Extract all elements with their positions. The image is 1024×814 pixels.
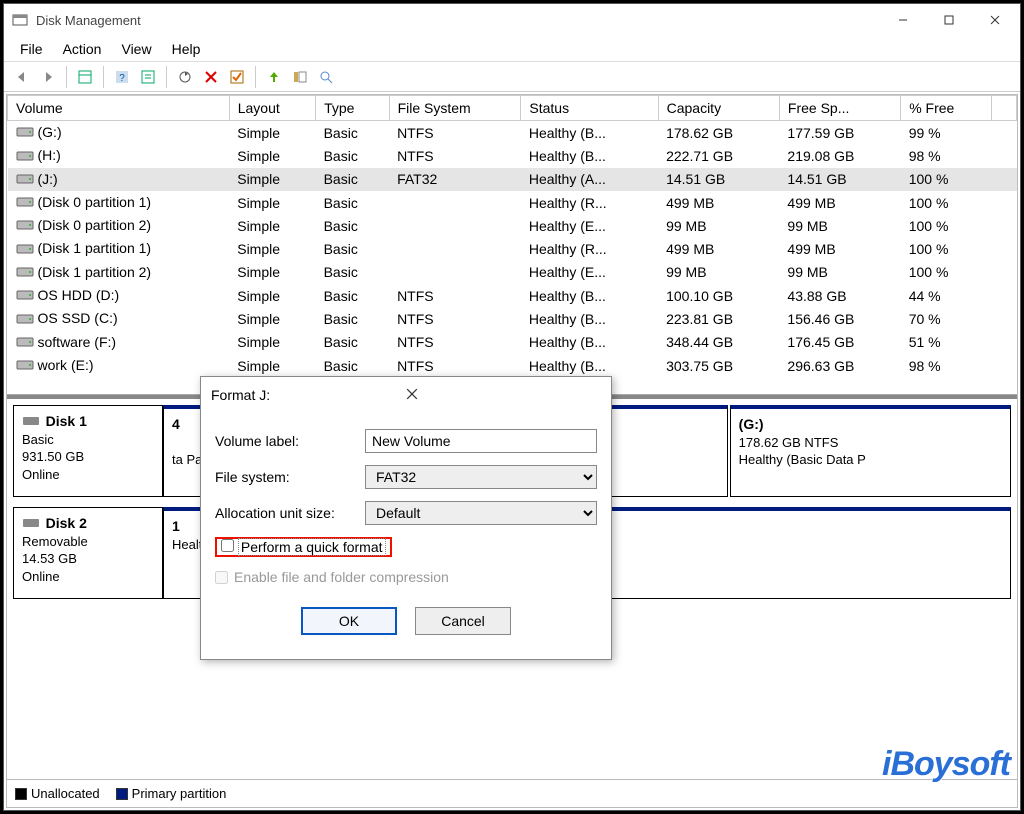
upload-icon[interactable] [262,65,286,89]
disk-2-status: Online [22,569,60,584]
checkbox-icon[interactable] [225,65,249,89]
forward-icon[interactable] [36,65,60,89]
disk-icon [22,414,40,428]
partition[interactable]: (G:)178.62 GB NTFSHealthy (Basic Data P [730,405,1011,497]
search-icon[interactable] [314,65,338,89]
volume-label-input[interactable] [365,429,597,453]
compression-label: Enable file and folder compression [234,569,449,585]
close-icon[interactable] [406,387,601,403]
disk-2-title: Disk 2 [46,515,87,531]
menu-file[interactable]: File [10,39,53,59]
compression-checkbox [215,571,228,584]
quick-format-label: Perform a quick format [238,538,386,556]
format-dialog: Format J: Volume label: File system: FAT… [200,376,612,660]
volume-list[interactable]: VolumeLayoutTypeFile SystemStatusCapacit… [7,95,1017,395]
drive-icon [16,172,34,188]
disk-2-label[interactable]: Disk 2 Removable 14.53 GB Online [13,507,163,599]
menu-view[interactable]: View [111,39,161,59]
column-header[interactable]: Layout [229,96,315,121]
drive-icon [16,242,34,258]
svg-text:?: ? [119,73,125,84]
titlebar: Disk Management [4,4,1020,36]
legend: Unallocated Primary partition [7,779,1017,807]
table-row[interactable]: OS HDD (D:)SimpleBasicNTFSHealthy (B...1… [8,284,1017,307]
dialog-titlebar: Format J: [201,377,611,413]
disk-1-label[interactable]: Disk 1 Basic 931.50 GB Online [13,405,163,497]
legend-unallocated: Unallocated [15,786,100,801]
close-button[interactable] [972,5,1018,35]
app-icon [12,12,28,28]
disk-1-title: Disk 1 [46,413,87,429]
volume-label-label: Volume label: [215,433,365,449]
back-icon[interactable] [10,65,34,89]
column-header[interactable]: Status [521,96,658,121]
drive-icon [16,125,34,141]
table-row[interactable]: (Disk 0 partition 1)SimpleBasicHealthy (… [8,191,1017,214]
column-header[interactable]: Free Sp... [779,96,900,121]
delete-icon[interactable] [199,65,223,89]
drive-icon [16,335,34,351]
table-row[interactable]: (G:)SimpleBasicNTFSHealthy (B...178.62 G… [8,121,1017,145]
disk-2-type: Removable [22,534,88,549]
menu-help[interactable]: Help [162,39,211,59]
table-row[interactable]: OS SSD (C:)SimpleBasicNTFSHealthy (B...2… [8,307,1017,330]
menubar: File Action View Help [4,36,1020,62]
table-row[interactable]: (H:)SimpleBasicNTFSHealthy (B...222.71 G… [8,144,1017,167]
console-icon[interactable] [73,65,97,89]
table-row[interactable]: (Disk 1 partition 2)SimpleBasicHealthy (… [8,261,1017,284]
disk-1-size: 931.50 GB [22,449,84,464]
column-header[interactable]: Type [316,96,389,121]
list-icon[interactable] [288,65,312,89]
drive-icon [16,195,34,211]
drive-icon [16,218,34,234]
maximize-button[interactable] [926,5,972,35]
drive-icon [16,265,34,281]
legend-primary: Primary partition [116,786,227,801]
dialog-title: Format J: [211,387,406,403]
table-row[interactable]: (Disk 0 partition 2)SimpleBasicHealthy (… [8,214,1017,237]
ok-button[interactable]: OK [301,607,397,635]
column-header[interactable]: File System [389,96,521,121]
drive-icon [16,288,34,304]
table-row[interactable]: (Disk 1 partition 1)SimpleBasicHealthy (… [8,237,1017,260]
column-header[interactable]: Volume [8,96,230,121]
properties-icon[interactable] [136,65,160,89]
window-title: Disk Management [36,13,880,28]
file-system-select[interactable]: FAT32 [365,465,597,489]
allocation-unit-select[interactable]: Default [365,501,597,525]
table-row[interactable]: (J:)SimpleBasicFAT32Healthy (A...14.51 G… [8,168,1017,191]
column-header[interactable]: Capacity [658,96,779,121]
drive-icon [16,149,34,165]
allocation-unit-label: Allocation unit size: [215,505,365,521]
disk-2-size: 14.53 GB [22,551,77,566]
disk-icon [22,516,40,530]
disk-1-type: Basic [22,432,54,447]
drive-icon [16,312,34,328]
toolbar: ? [4,62,1020,92]
table-row[interactable]: software (F:)SimpleBasicNTFSHealthy (B..… [8,331,1017,354]
file-system-label: File system: [215,469,365,485]
watermark: iBoysoft [882,745,1010,784]
help-icon[interactable]: ? [110,65,134,89]
disk-1-status: Online [22,467,60,482]
minimize-button[interactable] [880,5,926,35]
column-header[interactable]: % Free [901,96,992,121]
quick-format-checkbox[interactable] [221,539,234,552]
cancel-button[interactable]: Cancel [415,607,511,635]
refresh-icon[interactable] [173,65,197,89]
menu-action[interactable]: Action [53,39,112,59]
drive-icon [16,358,34,374]
table-row[interactable]: work (E:)SimpleBasicNTFSHealthy (B...303… [8,354,1017,377]
